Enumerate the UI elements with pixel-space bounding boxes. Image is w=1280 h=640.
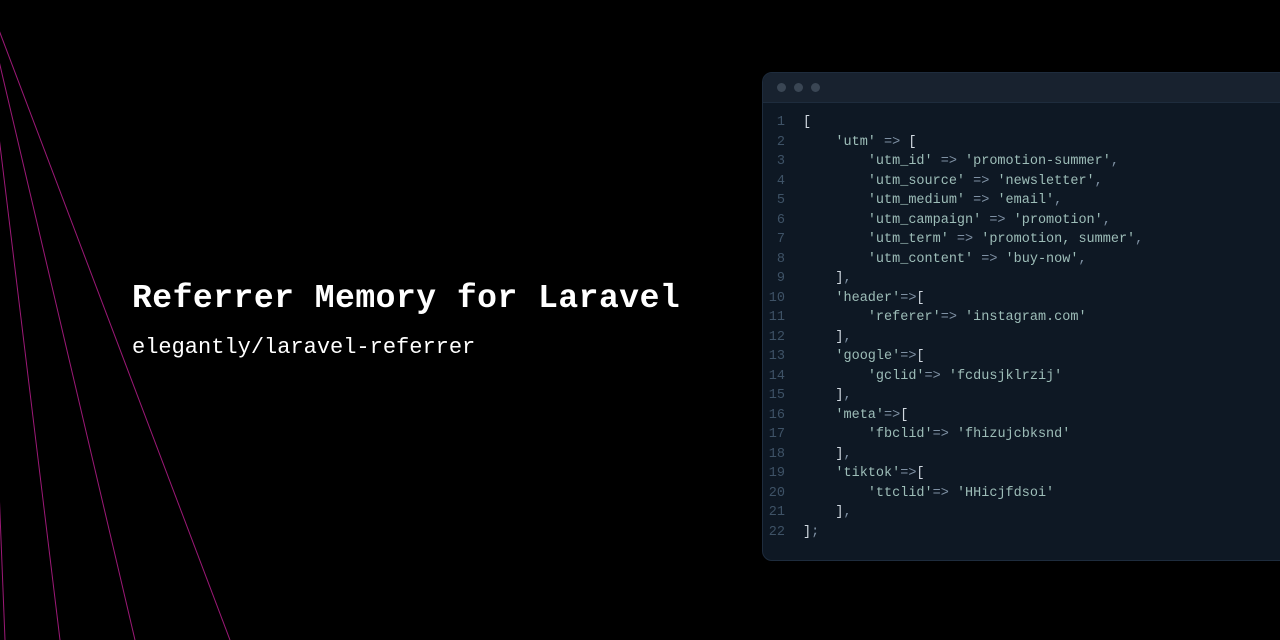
code-content: 'referer'=> 'instagram.com' [803, 308, 1087, 328]
line-number: 11 [763, 308, 803, 328]
code-line: 19 'tiktok'=>[ [763, 464, 1280, 484]
code-content: 'header'=>[ [803, 289, 925, 309]
line-number: 6 [763, 211, 803, 231]
code-line: 16 'meta'=>[ [763, 406, 1280, 426]
code-line: 20 'ttclid'=> 'HHicjfdsoi' [763, 484, 1280, 504]
line-number: 18 [763, 445, 803, 465]
code-content: ], [803, 328, 852, 348]
code-line: 12 ], [763, 328, 1280, 348]
code-line: 5 'utm_medium' => 'email', [763, 191, 1280, 211]
code-line: 13 'google'=>[ [763, 347, 1280, 367]
package-name: elegantly/laravel-referrer [132, 335, 680, 360]
code-content: 'google'=>[ [803, 347, 925, 367]
code-content: 'ttclid'=> 'HHicjfdsoi' [803, 484, 1054, 504]
code-content: 'utm_content' => 'buy-now', [803, 250, 1087, 270]
code-line: 10 'header'=>[ [763, 289, 1280, 309]
code-line: 9 ], [763, 269, 1280, 289]
code-content: 'utm' => [ [803, 133, 916, 153]
line-number: 1 [763, 113, 803, 133]
code-content: [ [803, 113, 811, 133]
line-number: 20 [763, 484, 803, 504]
line-number: 4 [763, 172, 803, 192]
line-number: 22 [763, 523, 803, 543]
code-content: 'utm_medium' => 'email', [803, 191, 1062, 211]
code-line: 8 'utm_content' => 'buy-now', [763, 250, 1280, 270]
line-number: 10 [763, 289, 803, 309]
line-number: 2 [763, 133, 803, 153]
line-number: 17 [763, 425, 803, 445]
line-number: 13 [763, 347, 803, 367]
code-content: 'meta'=>[ [803, 406, 908, 426]
line-number: 16 [763, 406, 803, 426]
code-content: 'fbclid'=> 'fhizujcbksnd' [803, 425, 1070, 445]
line-number: 8 [763, 250, 803, 270]
code-content: 'utm_id' => 'promotion-summer', [803, 152, 1119, 172]
code-content: ], [803, 386, 852, 406]
line-number: 14 [763, 367, 803, 387]
traffic-light-minimize-icon [794, 83, 803, 92]
code-content: ], [803, 269, 852, 289]
code-line: 3 'utm_id' => 'promotion-summer', [763, 152, 1280, 172]
traffic-light-zoom-icon [811, 83, 820, 92]
code-content: 'utm_source' => 'newsletter', [803, 172, 1103, 192]
code-line: 4 'utm_source' => 'newsletter', [763, 172, 1280, 192]
code-content: ], [803, 503, 852, 523]
code-line: 21 ], [763, 503, 1280, 523]
code-line: 17 'fbclid'=> 'fhizujcbksnd' [763, 425, 1280, 445]
line-number: 7 [763, 230, 803, 250]
code-content: 'tiktok'=>[ [803, 464, 925, 484]
code-block: 1[2 'utm' => [3 'utm_id' => 'promotion-s… [763, 103, 1280, 560]
line-number: 19 [763, 464, 803, 484]
code-line: 7 'utm_term' => 'promotion, summer', [763, 230, 1280, 250]
code-content: 'gclid'=> 'fcdusjklrzij' [803, 367, 1062, 387]
code-line: 2 'utm' => [ [763, 133, 1280, 153]
code-line: 15 ], [763, 386, 1280, 406]
line-number: 12 [763, 328, 803, 348]
code-line: 11 'referer'=> 'instagram.com' [763, 308, 1280, 328]
code-line: 1[ [763, 113, 1280, 133]
code-content: 'utm_term' => 'promotion, summer', [803, 230, 1143, 250]
line-number: 9 [763, 269, 803, 289]
hero-text: Referrer Memory for Laravel elegantly/la… [132, 280, 680, 360]
line-number: 21 [763, 503, 803, 523]
code-window: 1[2 'utm' => [3 'utm_id' => 'promotion-s… [762, 72, 1280, 561]
code-line: 22]; [763, 523, 1280, 543]
code-line: 18 ], [763, 445, 1280, 465]
code-content: 'utm_campaign' => 'promotion', [803, 211, 1111, 231]
window-titlebar [763, 73, 1280, 103]
code-line: 14 'gclid'=> 'fcdusjklrzij' [763, 367, 1280, 387]
page-title: Referrer Memory for Laravel [132, 280, 680, 317]
line-number: 15 [763, 386, 803, 406]
code-content: ], [803, 445, 852, 465]
code-line: 6 'utm_campaign' => 'promotion', [763, 211, 1280, 231]
line-number: 5 [763, 191, 803, 211]
traffic-light-close-icon [777, 83, 786, 92]
code-content: ]; [803, 523, 819, 543]
line-number: 3 [763, 152, 803, 172]
